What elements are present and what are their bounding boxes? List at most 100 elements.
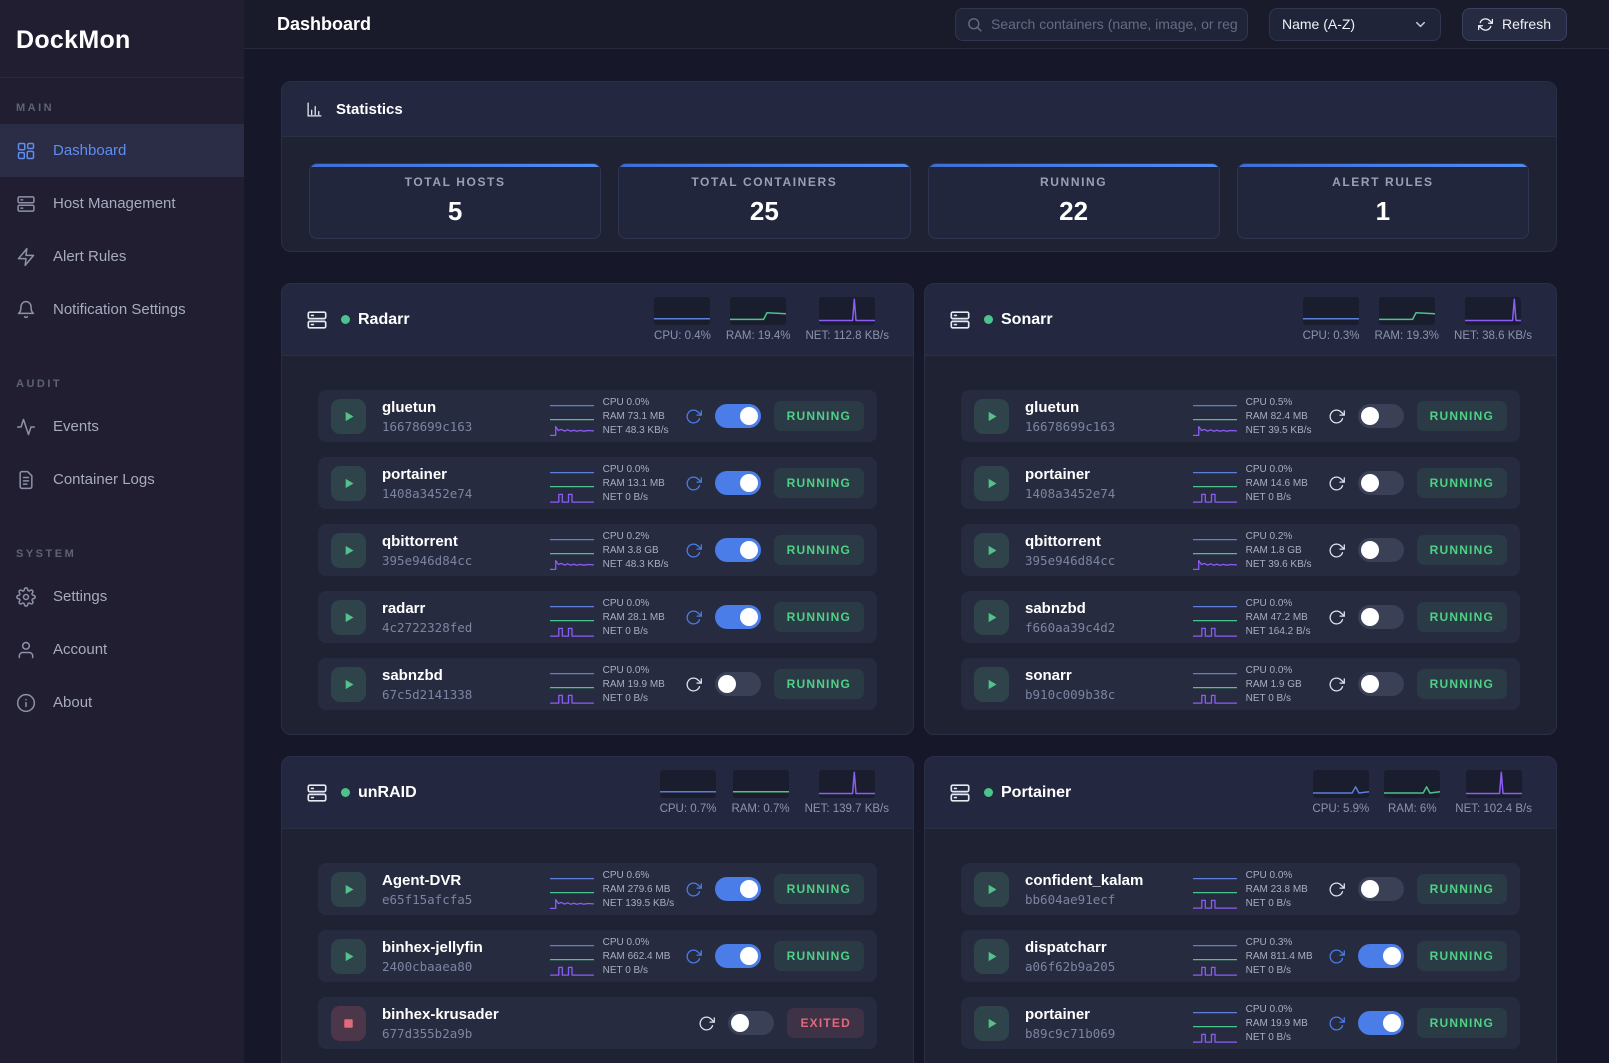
stat-cards: TOTAL HOSTS 5 TOTAL CONTAINERS 25 RUNNIN… — [282, 137, 1556, 251]
start-button[interactable] — [331, 600, 366, 635]
auto-restart-toggle[interactable] — [1358, 605, 1404, 629]
container-name: gluetun — [382, 399, 472, 416]
start-button[interactable] — [974, 939, 1009, 974]
start-button[interactable] — [331, 533, 366, 568]
restart-icon[interactable] — [685, 948, 702, 965]
auto-restart-toggle[interactable] — [715, 672, 761, 696]
auto-restart-toggle[interactable] — [728, 1011, 774, 1035]
container-id: 4c2722328fed — [382, 620, 472, 635]
sidebar-item-account[interactable]: Account — [0, 623, 244, 676]
sidebar-item-about[interactable]: About — [0, 676, 244, 729]
start-button[interactable] — [331, 872, 366, 907]
restart-icon[interactable] — [685, 542, 702, 559]
host-net-sparkline — [1465, 297, 1521, 325]
restart-icon[interactable] — [1328, 609, 1345, 626]
auto-restart-toggle[interactable] — [715, 605, 761, 629]
sparkline — [1193, 665, 1237, 676]
play-icon — [983, 948, 1000, 965]
sidebar-item-notification-settings[interactable]: Notification Settings — [0, 283, 244, 336]
start-button[interactable] — [331, 939, 366, 974]
search-input[interactable] — [991, 16, 1237, 32]
refresh-button[interactable]: Refresh — [1462, 8, 1567, 41]
container-net-metric: NET 0 B/s — [550, 491, 672, 504]
restart-icon[interactable] — [1328, 948, 1345, 965]
dashboard-grid-icon — [16, 141, 36, 161]
start-button[interactable] — [974, 533, 1009, 568]
restart-icon[interactable] — [1328, 676, 1345, 693]
auto-restart-toggle[interactable] — [715, 404, 761, 428]
sort-select[interactable]: Name (A-Z) — [1269, 8, 1441, 41]
restart-icon[interactable] — [1328, 408, 1345, 425]
start-button[interactable] — [331, 399, 366, 434]
restart-icon[interactable] — [1328, 542, 1345, 559]
restart-icon[interactable] — [685, 881, 702, 898]
container-row-radarr: radarr 4c2722328fed CPU 0.0% RAM 28.1 MB… — [318, 591, 877, 643]
container-name: portainer — [382, 466, 472, 483]
sidebar-item-settings[interactable]: Settings — [0, 570, 244, 623]
play-icon — [983, 609, 1000, 626]
container-controls: EXITED — [698, 1008, 864, 1038]
restart-icon[interactable] — [1328, 881, 1345, 898]
container-id: 1408a3452e74 — [1025, 486, 1115, 501]
auto-restart-toggle[interactable] — [1358, 877, 1404, 901]
stop-button[interactable] — [331, 1006, 366, 1041]
container-info: portainer 1408a3452e74 — [382, 466, 472, 501]
container-ram-metric: RAM 19.9 MB — [1193, 1017, 1315, 1030]
container-controls: CPU 0.0% RAM 19.9 MB NET 0 B/s RUNNING — [1193, 1003, 1507, 1044]
auto-restart-toggle[interactable] — [715, 944, 761, 968]
auto-restart-toggle[interactable] — [715, 538, 761, 562]
restart-icon — [1328, 408, 1345, 425]
sidebar-item-alert-rules[interactable]: Alert Rules — [0, 230, 244, 283]
sidebar-item-host-management[interactable]: Host Management — [0, 177, 244, 230]
sidebar-item-container-logs[interactable]: Container Logs — [0, 453, 244, 506]
restart-icon[interactable] — [685, 676, 702, 693]
sidebar-section-system: SYSTEM Settings Account About — [0, 532, 244, 729]
start-button[interactable] — [974, 399, 1009, 434]
restart-icon[interactable] — [685, 475, 702, 492]
start-button[interactable] — [974, 872, 1009, 907]
sidebar-item-label: Account — [53, 641, 107, 658]
bell-icon — [16, 300, 36, 320]
restart-icon[interactable] — [698, 1015, 715, 1032]
auto-restart-toggle[interactable] — [715, 471, 761, 495]
container-cpu-metric: CPU 0.0% — [550, 936, 672, 949]
restart-icon[interactable] — [685, 609, 702, 626]
host-net-sparkline — [1466, 770, 1522, 798]
host-name: unRAID — [358, 784, 417, 802]
restart-icon[interactable] — [685, 408, 702, 425]
auto-restart-toggle[interactable] — [1358, 944, 1404, 968]
auto-restart-toggle[interactable] — [1358, 538, 1404, 562]
container-info: Agent-DVR e65f15afcfa5 — [382, 872, 472, 907]
container-metrics: CPU 0.0% RAM 662.4 MB NET 0 B/s — [550, 936, 672, 977]
host-ram-metric: RAM: 19.4% — [726, 297, 791, 342]
start-button[interactable] — [331, 466, 366, 501]
container-name: qbittorrent — [382, 533, 472, 550]
start-button[interactable] — [974, 466, 1009, 501]
sidebar-item-dashboard[interactable]: Dashboard — [0, 124, 244, 177]
start-button[interactable] — [974, 600, 1009, 635]
container-id: 1408a3452e74 — [382, 486, 472, 501]
auto-restart-toggle[interactable] — [1358, 672, 1404, 696]
sidebar-divider — [0, 77, 244, 78]
sparkline — [1384, 770, 1440, 798]
auto-restart-toggle[interactable] — [715, 877, 761, 901]
container-net-label: NET 0 B/s — [1246, 965, 1291, 976]
restart-icon[interactable] — [1328, 475, 1345, 492]
container-cpu-label: CPU 0.0% — [603, 397, 650, 408]
host-metrics: CPU: 5.9% RAM: 6% NET: 102.4 B/s — [1312, 770, 1532, 815]
host-cpu-label: CPU: 0.3% — [1303, 330, 1360, 342]
sparkline — [1193, 626, 1237, 637]
refresh-button-label: Refresh — [1502, 16, 1551, 32]
sidebar-section-label: MAIN — [0, 86, 244, 124]
start-button[interactable] — [974, 1006, 1009, 1041]
container-name: sabnzbd — [1025, 600, 1115, 617]
sidebar-item-events[interactable]: Events — [0, 400, 244, 453]
container-row-portainer: portainer b89c9c71b069 CPU 0.0% RAM 19.9… — [961, 997, 1520, 1049]
start-button[interactable] — [331, 667, 366, 702]
auto-restart-toggle[interactable] — [1358, 1011, 1404, 1035]
start-button[interactable] — [974, 667, 1009, 702]
server-icon — [306, 309, 328, 331]
auto-restart-toggle[interactable] — [1358, 471, 1404, 495]
restart-icon[interactable] — [1328, 1015, 1345, 1032]
auto-restart-toggle[interactable] — [1358, 404, 1404, 428]
